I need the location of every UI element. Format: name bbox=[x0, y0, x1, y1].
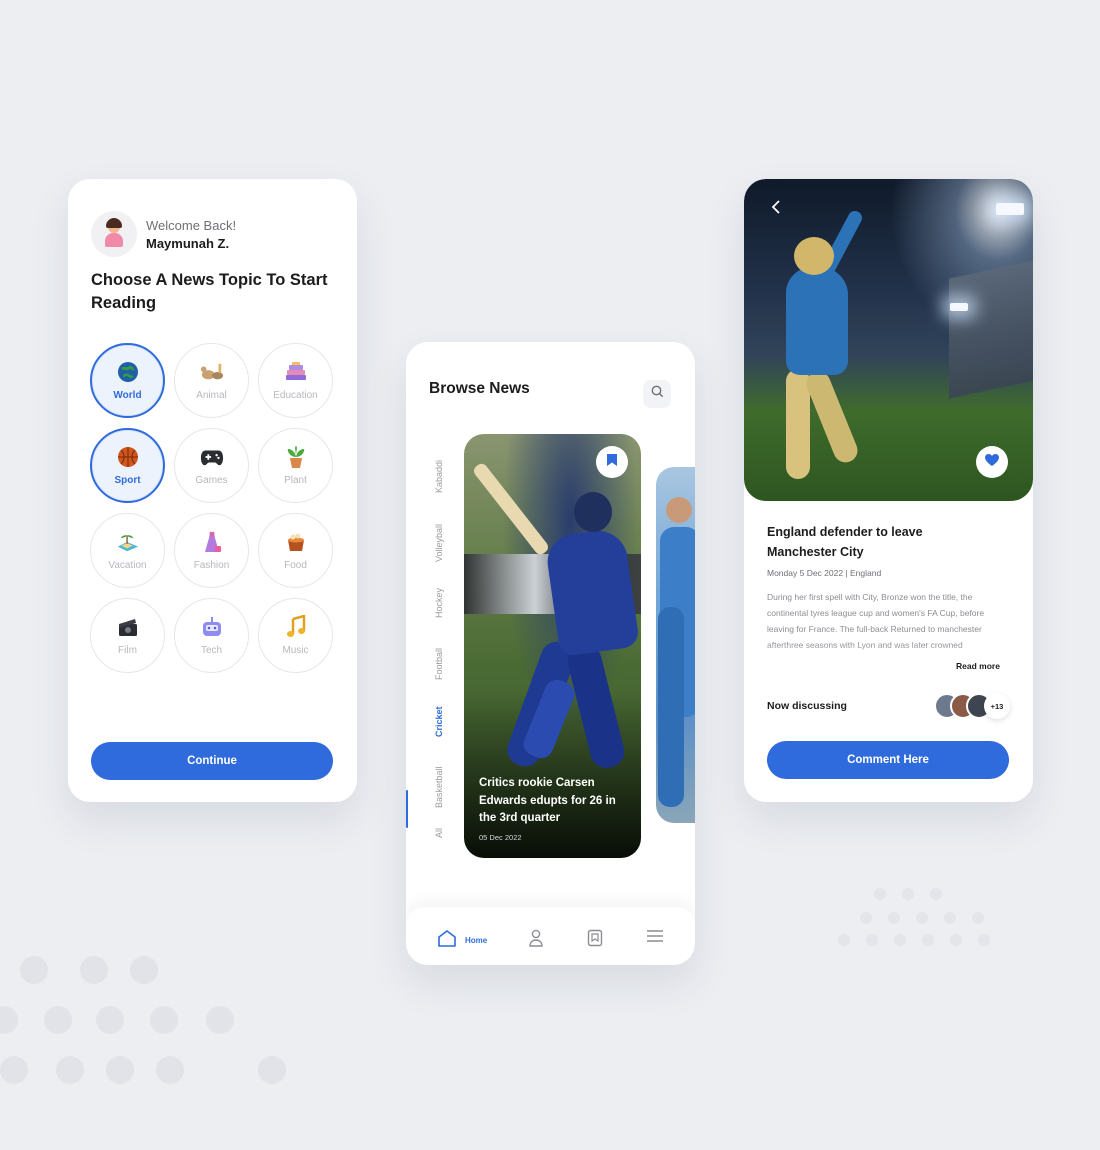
topic-selection-screen: Welcome Back! Maymunah Z. Choose A News … bbox=[68, 179, 357, 802]
comment-button[interactable]: Comment Here bbox=[767, 741, 1009, 779]
now-discussing-label: Now discussing bbox=[767, 700, 847, 712]
search-icon bbox=[651, 385, 664, 403]
article-title: England defender to leave Manchester Cit… bbox=[767, 525, 923, 559]
page-title: Choose A News Topic To Start Reading bbox=[91, 271, 328, 312]
topic-label: Education bbox=[273, 390, 318, 401]
topic-label: Fashion bbox=[193, 560, 230, 571]
discussion-count: +13 bbox=[984, 693, 1010, 719]
decorative-dots-left bbox=[0, 950, 300, 1090]
topic-label: Games bbox=[195, 475, 228, 486]
back-button[interactable] bbox=[766, 199, 786, 219]
topic-games[interactable]: Games bbox=[174, 428, 249, 503]
topic-label: Film bbox=[118, 645, 137, 656]
gamepad-icon bbox=[200, 445, 224, 469]
article-body: During her first spell with City, Bronze… bbox=[767, 592, 985, 650]
username: Maymunah Z. bbox=[146, 235, 230, 251]
continue-button[interactable]: Continue bbox=[91, 742, 333, 780]
page-title: Browse News bbox=[429, 380, 530, 397]
topic-film[interactable]: Film bbox=[90, 598, 165, 673]
bookmark-icon bbox=[606, 453, 618, 472]
news-card[interactable]: Critics rookie Carsen Edwards edupts for… bbox=[464, 434, 641, 858]
food-icon bbox=[284, 530, 308, 554]
welcome-text: Welcome Back! bbox=[146, 217, 237, 233]
browse-news-screen: Browse News All Basketball Cricket Footb… bbox=[406, 342, 695, 965]
avatar[interactable] bbox=[91, 211, 137, 257]
bookmark-outline-icon bbox=[587, 929, 603, 952]
tab-volleyball[interactable]: Volleyball bbox=[434, 524, 444, 562]
books-icon bbox=[284, 360, 308, 384]
news-card-title: Critics rookie Carsen Edwards edupts for… bbox=[479, 777, 616, 824]
dress-icon bbox=[200, 530, 224, 554]
topic-label: Animal bbox=[196, 390, 227, 401]
bookmark-button[interactable] bbox=[596, 446, 628, 478]
discussion-avatars[interactable]: +13 bbox=[934, 693, 1014, 721]
user-icon bbox=[528, 929, 544, 952]
home-icon bbox=[437, 929, 457, 952]
category-tabs: All Basketball Cricket Football Hockey V… bbox=[406, 434, 446, 854]
chevron-left-icon bbox=[771, 199, 781, 220]
nav-home[interactable]: Home bbox=[437, 929, 487, 952]
tab-hockey[interactable]: Hockey bbox=[434, 588, 444, 618]
animal-icon bbox=[200, 360, 224, 384]
topic-label: Music bbox=[282, 645, 309, 656]
nav-home-label: Home bbox=[465, 936, 488, 945]
decorative-dots-right bbox=[830, 880, 1030, 960]
tab-football[interactable]: Football bbox=[434, 648, 444, 680]
topic-vacation[interactable]: Vacation bbox=[90, 513, 165, 588]
music-note-icon bbox=[284, 615, 308, 639]
user-greeting: Welcome Back! Maymunah Z. bbox=[91, 211, 236, 257]
tab-cricket[interactable]: Cricket bbox=[434, 706, 444, 737]
topic-plant[interactable]: Plant bbox=[258, 428, 333, 503]
robot-icon bbox=[200, 615, 224, 639]
topic-fashion[interactable]: Fashion bbox=[174, 513, 249, 588]
tab-kabaddi[interactable]: Kabaddi bbox=[434, 460, 444, 493]
topic-animal[interactable]: Animal bbox=[174, 343, 249, 418]
topic-label: Plant bbox=[284, 475, 307, 486]
bottom-nav: Home bbox=[406, 907, 695, 965]
topic-label: Sport bbox=[114, 475, 141, 486]
topic-sport[interactable]: Sport bbox=[90, 428, 165, 503]
topic-label: Vacation bbox=[108, 560, 147, 571]
nav-menu[interactable] bbox=[646, 929, 664, 948]
nav-profile[interactable] bbox=[528, 929, 544, 952]
topic-label: World bbox=[113, 390, 142, 401]
topic-food[interactable]: Food bbox=[258, 513, 333, 588]
topic-world[interactable]: World bbox=[90, 343, 165, 418]
island-icon bbox=[116, 530, 140, 554]
topic-label: Tech bbox=[200, 645, 223, 656]
topic-education[interactable]: Education bbox=[258, 343, 333, 418]
tab-all[interactable]: All bbox=[434, 828, 444, 838]
globe-icon bbox=[116, 360, 140, 384]
news-card-date: 05 Dec 2022 bbox=[479, 833, 522, 842]
tab-basketball[interactable]: Basketball bbox=[434, 766, 444, 808]
read-more-link[interactable]: Read more bbox=[956, 661, 1000, 671]
plant-icon bbox=[284, 445, 308, 469]
menu-icon bbox=[646, 929, 664, 948]
article-meta: Monday 5 Dec 2022 | England bbox=[767, 568, 882, 578]
nav-bookmarks[interactable] bbox=[587, 929, 603, 952]
article-hero-photo bbox=[744, 179, 1033, 501]
active-tab-indicator bbox=[406, 790, 408, 828]
clapperboard-icon bbox=[116, 615, 140, 639]
basketball-icon bbox=[116, 445, 140, 469]
topic-tech[interactable]: Tech bbox=[174, 598, 249, 673]
next-news-card[interactable] bbox=[656, 467, 695, 823]
favorite-button[interactable] bbox=[976, 446, 1008, 478]
search-button[interactable] bbox=[643, 380, 671, 408]
topic-music[interactable]: Music bbox=[258, 598, 333, 673]
topic-label: Food bbox=[284, 560, 307, 571]
heart-icon bbox=[984, 453, 1000, 472]
article-detail-screen: England defender to leave Manchester Cit… bbox=[744, 179, 1033, 802]
